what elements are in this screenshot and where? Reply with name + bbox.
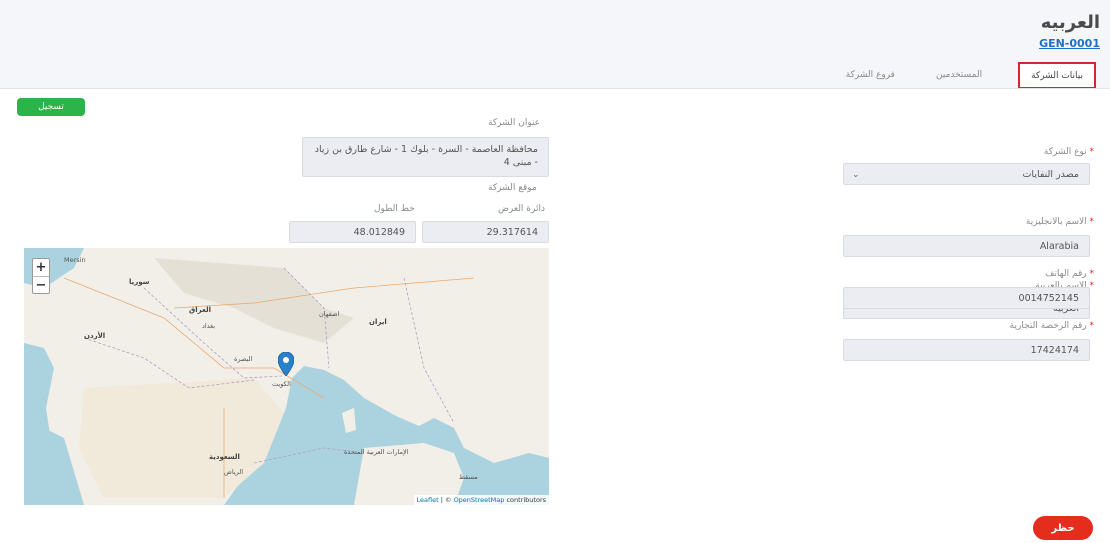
register-button[interactable]: تسجيل	[17, 98, 85, 116]
license-label: * رقم الرخصة التجارية	[1009, 321, 1094, 331]
license-input[interactable]: 17424174	[843, 339, 1090, 361]
longitude-label: خط الطول	[374, 204, 415, 214]
osm-link[interactable]: OpenStreetMap	[454, 496, 505, 504]
map-label-kuwait: الكويت	[272, 380, 291, 388]
tab-company-info[interactable]: بيانات الشركة	[1018, 62, 1096, 89]
location-map[interactable]: + − Mersin سوريا العراق بغداد الأردن ایر…	[24, 248, 549, 505]
map-zoom-control: + −	[32, 258, 50, 294]
zoom-out-button[interactable]: −	[33, 276, 49, 293]
phone-label: * رقم الهاتف	[1045, 269, 1094, 279]
map-label-muscat: مسقط	[459, 473, 478, 481]
company-type-value: مصدر النفايات	[1022, 168, 1079, 180]
page-title: العربيه	[1040, 12, 1100, 33]
tab-bar: بيانات الشركة المستخدمين فروع الشركة	[805, 62, 1096, 89]
map-label-iraq: العراق	[189, 306, 211, 314]
map-marker-icon[interactable]	[278, 352, 294, 376]
company-type-select[interactable]: مصدر النفايات ⌄	[843, 163, 1090, 185]
tab-branches[interactable]: فروع الشركة	[846, 62, 895, 89]
map-label-iran: ایران	[369, 318, 387, 326]
ban-button[interactable]: حظر	[1033, 516, 1093, 540]
company-code-link[interactable]: GEN-0001	[1039, 37, 1100, 50]
tabs-divider	[0, 88, 1110, 89]
name-en-input[interactable]: Alarabia	[843, 235, 1090, 257]
phone-input[interactable]: 0014752145	[843, 287, 1090, 309]
latitude-input[interactable]: 29.317614	[422, 221, 549, 243]
company-type-label: * نوع الشركة	[1043, 147, 1094, 157]
zoom-in-button[interactable]: +	[33, 259, 49, 276]
name-en-label: * الاسم بالانجليزية	[1025, 217, 1094, 227]
map-label-uae: الإمارات العربية المتحدة	[344, 448, 409, 456]
page-header: العربيه GEN-0001 بيانات الشركة المستخدمي…	[0, 0, 1110, 89]
map-label-basra: البصرة	[234, 355, 253, 363]
address-input[interactable]: محافظة العاصمة - السرة - بلوك 1 - شارع ط…	[302, 137, 549, 177]
location-label: موقع الشركة	[488, 183, 537, 193]
leaflet-link[interactable]: Leaflet	[417, 496, 439, 504]
latitude-label: دائرة العرض	[498, 204, 545, 214]
tab-users[interactable]: المستخدمين	[936, 62, 982, 89]
map-label-mersin: Mersin	[64, 256, 86, 264]
map-land-shapes	[24, 248, 549, 505]
map-label-riyadh: الرياض	[224, 468, 244, 476]
map-label-syria: سوريا	[129, 278, 150, 286]
map-label-saudi: السعودية	[209, 453, 240, 461]
map-attribution: Leaflet | © OpenStreetMap contributors	[413, 495, 549, 505]
map-label-isfahan: اصفهان	[319, 310, 340, 318]
longitude-input[interactable]: 48.012849	[289, 221, 416, 243]
map-label-jordan: الأردن	[84, 332, 106, 340]
address-label: عنوان الشركة	[488, 118, 541, 128]
map-label-baghdad: بغداد	[202, 322, 216, 330]
chevron-down-icon: ⌄	[852, 170, 860, 180]
